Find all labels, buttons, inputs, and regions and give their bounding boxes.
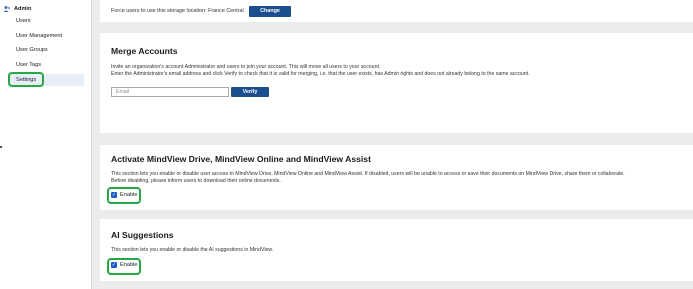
ai-suggestions-title: AI Suggestions [111,230,174,240]
enable-ai-toggle[interactable]: ✓ Enable [111,262,137,268]
admin-people-icon [3,6,11,12]
admin-section-label: Admin [14,6,32,12]
sidebar-item-settings[interactable]: Settings [8,74,84,86]
merge-accounts-description-2: Enter the Administrator's email address … [111,71,530,77]
merge-accounts-title: Merge Accounts [111,46,178,56]
sidebar-item-user-management[interactable]: User Management [16,33,62,39]
storage-location-text: Force users to use this storage location… [111,8,244,14]
admin-sidebar: Admin Users User Management User Groups … [0,0,92,289]
sidebar-item-user-tags[interactable]: User Tags [16,62,41,68]
edge-marker [0,146,2,148]
ai-suggestions-panel: AI Suggestions This section lets you ena… [100,219,693,281]
change-button[interactable]: Change [249,6,291,17]
merge-accounts-panel: Merge Accounts Invite an organization's … [100,33,693,133]
storage-location-panel: Force users to use this storage location… [100,0,693,22]
sidebar-item-users[interactable]: Users [16,18,31,24]
email-input[interactable] [111,87,229,97]
admin-section-header[interactable]: Admin [3,4,31,14]
checkmark-icon[interactable]: ✓ [111,192,117,198]
ai-suggestions-description: This section lets you enable or disable … [111,247,274,253]
activate-mindview-panel: Activate MindView Drive, MindView Online… [100,145,693,210]
enable-ai-label: Enable [120,262,138,268]
activate-mindview-description-1: This section lets you enable or disable … [111,171,625,177]
checkmark-icon[interactable]: ✓ [111,262,117,268]
enable-mindview-label: Enable [120,192,138,198]
activate-mindview-description-2: Before disabling, please inform users to… [111,178,281,184]
activate-mindview-title: Activate MindView Drive, MindView Online… [111,154,371,164]
verify-button[interactable]: Verify [231,87,269,97]
merge-accounts-description-1: Invite an organization's account Adminis… [111,64,381,70]
enable-mindview-toggle[interactable]: ✓ Enable [111,192,137,198]
sidebar-item-user-groups[interactable]: User Groups [16,47,48,53]
